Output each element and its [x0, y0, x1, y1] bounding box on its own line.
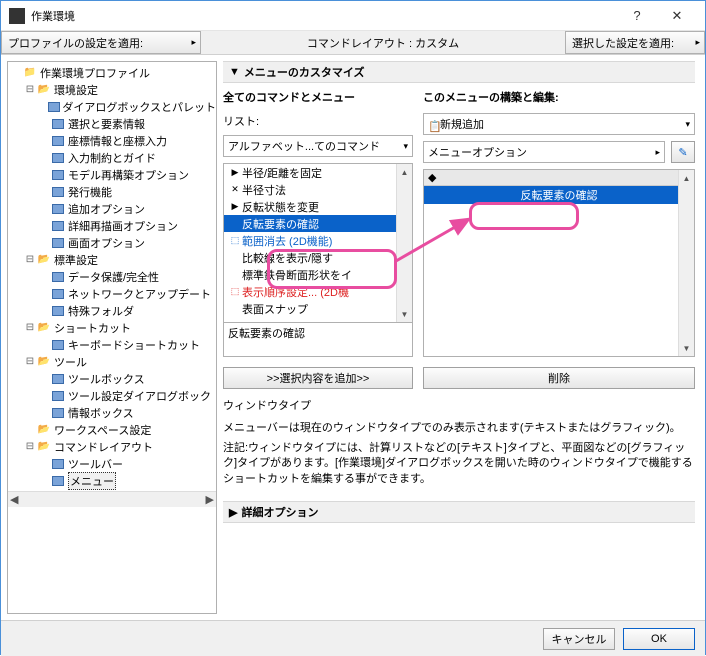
- add-selection-button[interactable]: >>選択内容を追加>>: [223, 367, 413, 389]
- list-item[interactable]: ✕半径寸法: [224, 181, 412, 198]
- v-scrollbar[interactable]: ▲▼: [678, 170, 694, 356]
- tree-group[interactable]: 📂ワークスペース設定: [10, 421, 216, 438]
- diamond-icon: ◆: [428, 171, 436, 184]
- edit-icon-button[interactable]: ✎: [671, 141, 695, 163]
- tree-group[interactable]: ⊟📂標準設定: [10, 251, 216, 268]
- toolbar-center-label: コマンドレイアウト : カスタム: [201, 31, 565, 54]
- tree-root[interactable]: 📁作業環境プロファイル: [10, 64, 216, 81]
- delete-button[interactable]: 削除: [423, 367, 695, 389]
- ok-button[interactable]: OK: [623, 628, 695, 650]
- tree-item[interactable]: 入力制約とガイド: [10, 149, 216, 166]
- tree-item[interactable]: ツールバー: [10, 455, 216, 472]
- right-list-item-selected[interactable]: 反転要素の確認: [424, 186, 694, 204]
- cancel-button[interactable]: キャンセル: [543, 628, 615, 650]
- right-col-header: このメニューの構築と編集:: [423, 89, 695, 105]
- tree-item[interactable]: ツールボックス: [10, 370, 216, 387]
- list-item[interactable]: ⬚範囲消去 (2D機能): [224, 232, 412, 249]
- section-header-customize[interactable]: ▼メニューのカスタマイズ: [223, 61, 695, 83]
- profile-apply-label: プロファイルの設定を適用:: [8, 35, 143, 51]
- right-filter-select[interactable]: メニューオプション▸: [423, 141, 665, 163]
- h-scrollbar[interactable]: ◀▶: [8, 491, 216, 507]
- chevron-down-icon: ▾: [685, 119, 690, 130]
- list-header: ◆: [424, 170, 694, 186]
- list-item[interactable]: 表面スナップ: [224, 300, 412, 317]
- chevron-down-icon: ▸: [695, 37, 700, 48]
- tree-item[interactable]: モデル再構築オプション: [10, 166, 216, 183]
- tree-item[interactable]: 発行機能: [10, 183, 216, 200]
- tree-item[interactable]: 特殊フォルダ: [10, 302, 216, 319]
- help-button[interactable]: ?: [617, 2, 657, 30]
- list-item[interactable]: ▶反転状態を変更: [224, 198, 412, 215]
- dialog-footer: キャンセル OK: [1, 620, 705, 656]
- tree-group[interactable]: ⊟📂ツール: [10, 353, 216, 370]
- right-listbox[interactable]: ◆ 反転要素の確認 ▲▼: [423, 169, 695, 357]
- status-box: 反転要素の確認: [223, 323, 413, 357]
- tree-group[interactable]: ⊟📂環境設定: [10, 81, 216, 98]
- tree-item[interactable]: 画面オプション: [10, 234, 216, 251]
- chevron-down-icon: ▾: [403, 141, 408, 152]
- tree-group[interactable]: ⊟📂コマンドレイアウト: [10, 438, 216, 455]
- tree-item[interactable]: データ保護/完全性: [10, 268, 216, 285]
- list-item[interactable]: ⬚表示順序設定... (2D機: [224, 283, 412, 300]
- left-filter-select[interactable]: アルファベット...てのコマンド▾: [223, 135, 413, 157]
- list-item[interactable]: 比較線を表示/隠す: [224, 249, 412, 266]
- selected-apply-label: 選択した設定を適用:: [572, 35, 674, 51]
- left-col-header: 全てのコマンドとメニュー: [223, 89, 413, 105]
- section-header-detail[interactable]: ▶詳細オプション: [223, 501, 695, 523]
- tree-item[interactable]: ダイアログボックスとパレット: [10, 98, 216, 115]
- list-item-selected[interactable]: 反転要素の確認: [224, 215, 412, 232]
- tree-item[interactable]: キーボードショートカット: [10, 336, 216, 353]
- right-target-select[interactable]: 📋新規追加▾: [423, 113, 695, 135]
- window-type-text: メニューバーは現在のウィンドウタイプでのみ表示されます(テキストまたはグラフィッ…: [223, 419, 695, 435]
- collapse-icon: ▼: [229, 66, 240, 78]
- chevron-right-icon: ▸: [655, 147, 660, 158]
- tree-item[interactable]: 座標情報と座標入力: [10, 132, 216, 149]
- toolbar: プロファイルの設定を適用: ▸ コマンドレイアウト : カスタム 選択した設定を…: [1, 31, 705, 55]
- pencil-icon: ✎: [678, 146, 687, 159]
- window-title: 作業環境: [31, 8, 617, 24]
- profile-apply-combo[interactable]: プロファイルの設定を適用: ▸: [1, 31, 201, 54]
- sidebar-tree[interactable]: 📁作業環境プロファイル ⊟📂環境設定 ダイアログボックスとパレット 選択と要素情…: [7, 61, 217, 614]
- chevron-down-icon: ▸: [191, 37, 196, 48]
- list-label: リスト:: [223, 113, 267, 129]
- list-item[interactable]: 標準鉄骨断面形状をイ: [224, 266, 412, 283]
- tree-item-selected[interactable]: メニュー: [10, 472, 216, 489]
- tree-item[interactable]: 追加オプション: [10, 200, 216, 217]
- tree-item[interactable]: 詳細再描画オプション: [10, 217, 216, 234]
- app-icon: [9, 8, 25, 24]
- close-button[interactable]: ✕: [657, 2, 697, 30]
- window-type-heading: ウィンドウタイプ: [223, 397, 695, 413]
- v-scrollbar[interactable]: ▲▼: [396, 164, 412, 322]
- list-item[interactable]: ▶半径/距離を固定: [224, 164, 412, 181]
- left-listbox[interactable]: ▶半径/距離を固定 ✕半径寸法 ▶反転状態を変更 反転要素の確認 ⬚範囲消去 (…: [223, 163, 413, 323]
- titlebar: 作業環境 ? ✕: [1, 1, 705, 31]
- tree-item[interactable]: ネットワークとアップデート: [10, 285, 216, 302]
- expand-icon: ▶: [229, 506, 237, 519]
- selected-apply-combo[interactable]: 選択した設定を適用: ▸: [565, 31, 705, 54]
- tree-item[interactable]: ツール設定ダイアログボック: [10, 387, 216, 404]
- tree-item[interactable]: 選択と要素情報: [10, 115, 216, 132]
- tree-item[interactable]: 情報ボックス: [10, 404, 216, 421]
- tree-group[interactable]: ⊟📂ショートカット: [10, 319, 216, 336]
- window-type-note: 注記:ウィンドウタイプには、計算リストなどの[テキスト]タイプと、平面図などの[…: [223, 441, 695, 487]
